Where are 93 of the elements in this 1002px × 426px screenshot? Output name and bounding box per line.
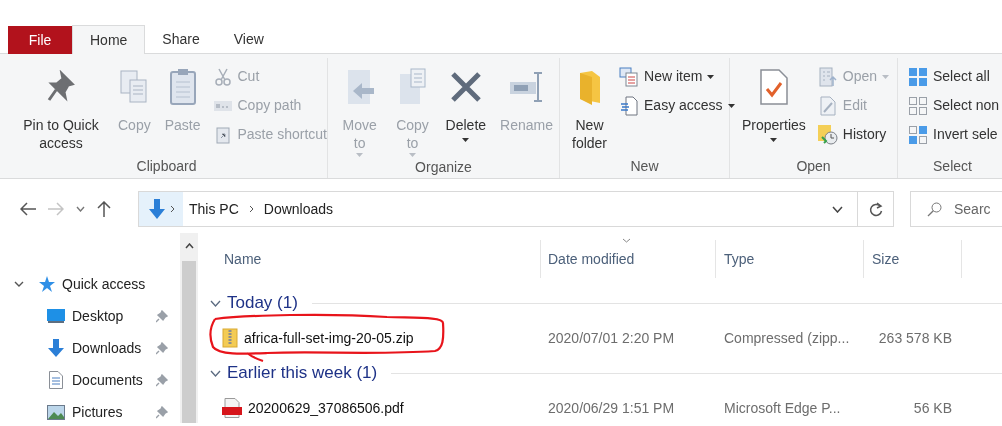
chevron-right-icon <box>248 205 254 213</box>
ribbon-button[interactable]: Select all <box>908 62 1000 91</box>
ribbon-button[interactable]: Easy access <box>619 91 735 120</box>
new-item-icon <box>619 66 639 87</box>
column-header[interactable]: Type <box>724 248 755 270</box>
pin-icon <box>156 373 168 387</box>
refresh-icon[interactable] <box>868 201 883 217</box>
nav-item[interactable]: Documents <box>72 369 143 391</box>
nav-item[interactable]: Pictures <box>72 401 123 423</box>
copy-icon <box>119 69 150 105</box>
group-label: Open <box>796 157 831 176</box>
history-icon <box>817 124 838 145</box>
type-cell-text: Compressed (zipp... <box>723 328 851 348</box>
caret-icon <box>707 74 715 79</box>
column-header[interactable]: Size <box>872 248 900 270</box>
document-icon <box>49 371 63 389</box>
star-icon <box>38 275 56 293</box>
open-icon <box>818 66 837 87</box>
ribbon-button[interactable]: New folder <box>566 58 613 152</box>
image-icon <box>47 404 65 420</box>
nav-item[interactable]: Downloads <box>72 337 142 359</box>
sort-caret-icon <box>622 238 631 243</box>
breadcrumb[interactable]: Downloads <box>263 198 334 220</box>
zip-icon <box>222 328 238 348</box>
nav-item[interactable]: Quick access <box>62 273 146 295</box>
scrollbar[interactable] <box>180 233 198 423</box>
pin-icon <box>46 70 76 104</box>
folder-icon <box>577 69 602 105</box>
path-icon <box>213 100 232 111</box>
properties-icon <box>758 68 789 106</box>
ribbon-button[interactable]: Pin to Quick access <box>12 58 110 152</box>
up-arrow-icon[interactable] <box>97 201 111 217</box>
file-tab[interactable]: File <box>8 26 72 54</box>
ribbon-button[interactable]: History <box>817 120 890 149</box>
down-arrow-icon <box>47 339 65 357</box>
delete-icon <box>448 70 483 104</box>
size-cell-text: 263 578 KB <box>877 328 952 348</box>
scrollbar-thumb[interactable] <box>182 261 196 423</box>
ribbon-button[interactable]: Select non <box>908 91 1000 120</box>
caret-icon <box>882 74 890 79</box>
group-label: Select <box>933 157 972 176</box>
caret-icon <box>462 138 470 142</box>
column-header[interactable]: Name <box>224 248 262 270</box>
chevron-right-icon <box>169 205 175 213</box>
chevron-down-icon[interactable] <box>832 205 843 213</box>
chevron-up-icon[interactable] <box>184 243 194 249</box>
group-label: Organize <box>415 158 472 177</box>
ribbon-button[interactable]: Properties <box>736 58 812 142</box>
nav-item[interactable]: Desktop <box>72 305 124 327</box>
edit-icon <box>819 95 836 116</box>
size-cell-text: 56 KB <box>912 398 952 418</box>
chevron-down-icon[interactable] <box>210 369 221 377</box>
group-header[interactable]: Today (1) <box>227 290 298 316</box>
monitor-icon <box>47 308 65 324</box>
shortcut-icon <box>215 125 230 144</box>
pin-icon <box>156 309 168 323</box>
caret-icon <box>356 153 364 157</box>
ribbon-button[interactable]: New item <box>619 62 735 91</box>
group-label: New <box>630 157 659 176</box>
group-header[interactable]: Earlier this week (1) <box>227 360 378 386</box>
caret-icon <box>770 138 778 142</box>
group-label: Clipboard <box>136 157 197 176</box>
file-name: africa-full-set-img-20-05.zip <box>244 328 414 348</box>
ribbon-tab[interactable]: View <box>216 25 281 54</box>
pdf-icon <box>222 398 242 418</box>
chevron-down-icon[interactable] <box>76 206 85 212</box>
select-none-icon <box>909 96 927 115</box>
scissors-icon <box>214 67 231 86</box>
down-arrow-icon <box>147 199 166 219</box>
search-field[interactable]: Searc <box>910 191 1002 227</box>
breadcrumb[interactable]: This PC <box>189 198 239 220</box>
address-bar[interactable]: This PC Downloads <box>138 191 894 227</box>
invert-selection-icon <box>909 125 927 144</box>
chevron-down-icon[interactable] <box>14 279 24 289</box>
caret-icon <box>409 153 416 157</box>
caret-icon <box>727 103 735 108</box>
ribbon-button[interactable]: Delete <box>439 58 493 142</box>
easy-access-icon <box>620 95 638 116</box>
ribbon-tab[interactable]: Share <box>145 25 217 54</box>
ribbon-button[interactable]: Invert sele <box>908 120 1000 149</box>
search-icon <box>927 201 942 217</box>
pin-icon <box>156 405 168 419</box>
chevron-down-icon[interactable] <box>210 299 221 307</box>
clipboard-icon <box>168 68 197 106</box>
type-cell-text: Microsoft Edge P... <box>723 398 842 418</box>
ribbon-tab[interactable]: Home <box>72 25 146 54</box>
date-cell-text: 2020/06/29 1:51 PM <box>547 398 676 418</box>
pin-icon <box>156 341 168 355</box>
file-name: 20200629_37086506.pdf <box>248 398 404 418</box>
select-all-icon <box>909 67 927 86</box>
column-header[interactable]: Date modified <box>548 248 635 270</box>
date-cell-text: 2020/07/01 2:20 PM <box>547 328 676 348</box>
back-arrow-icon[interactable] <box>20 202 36 216</box>
